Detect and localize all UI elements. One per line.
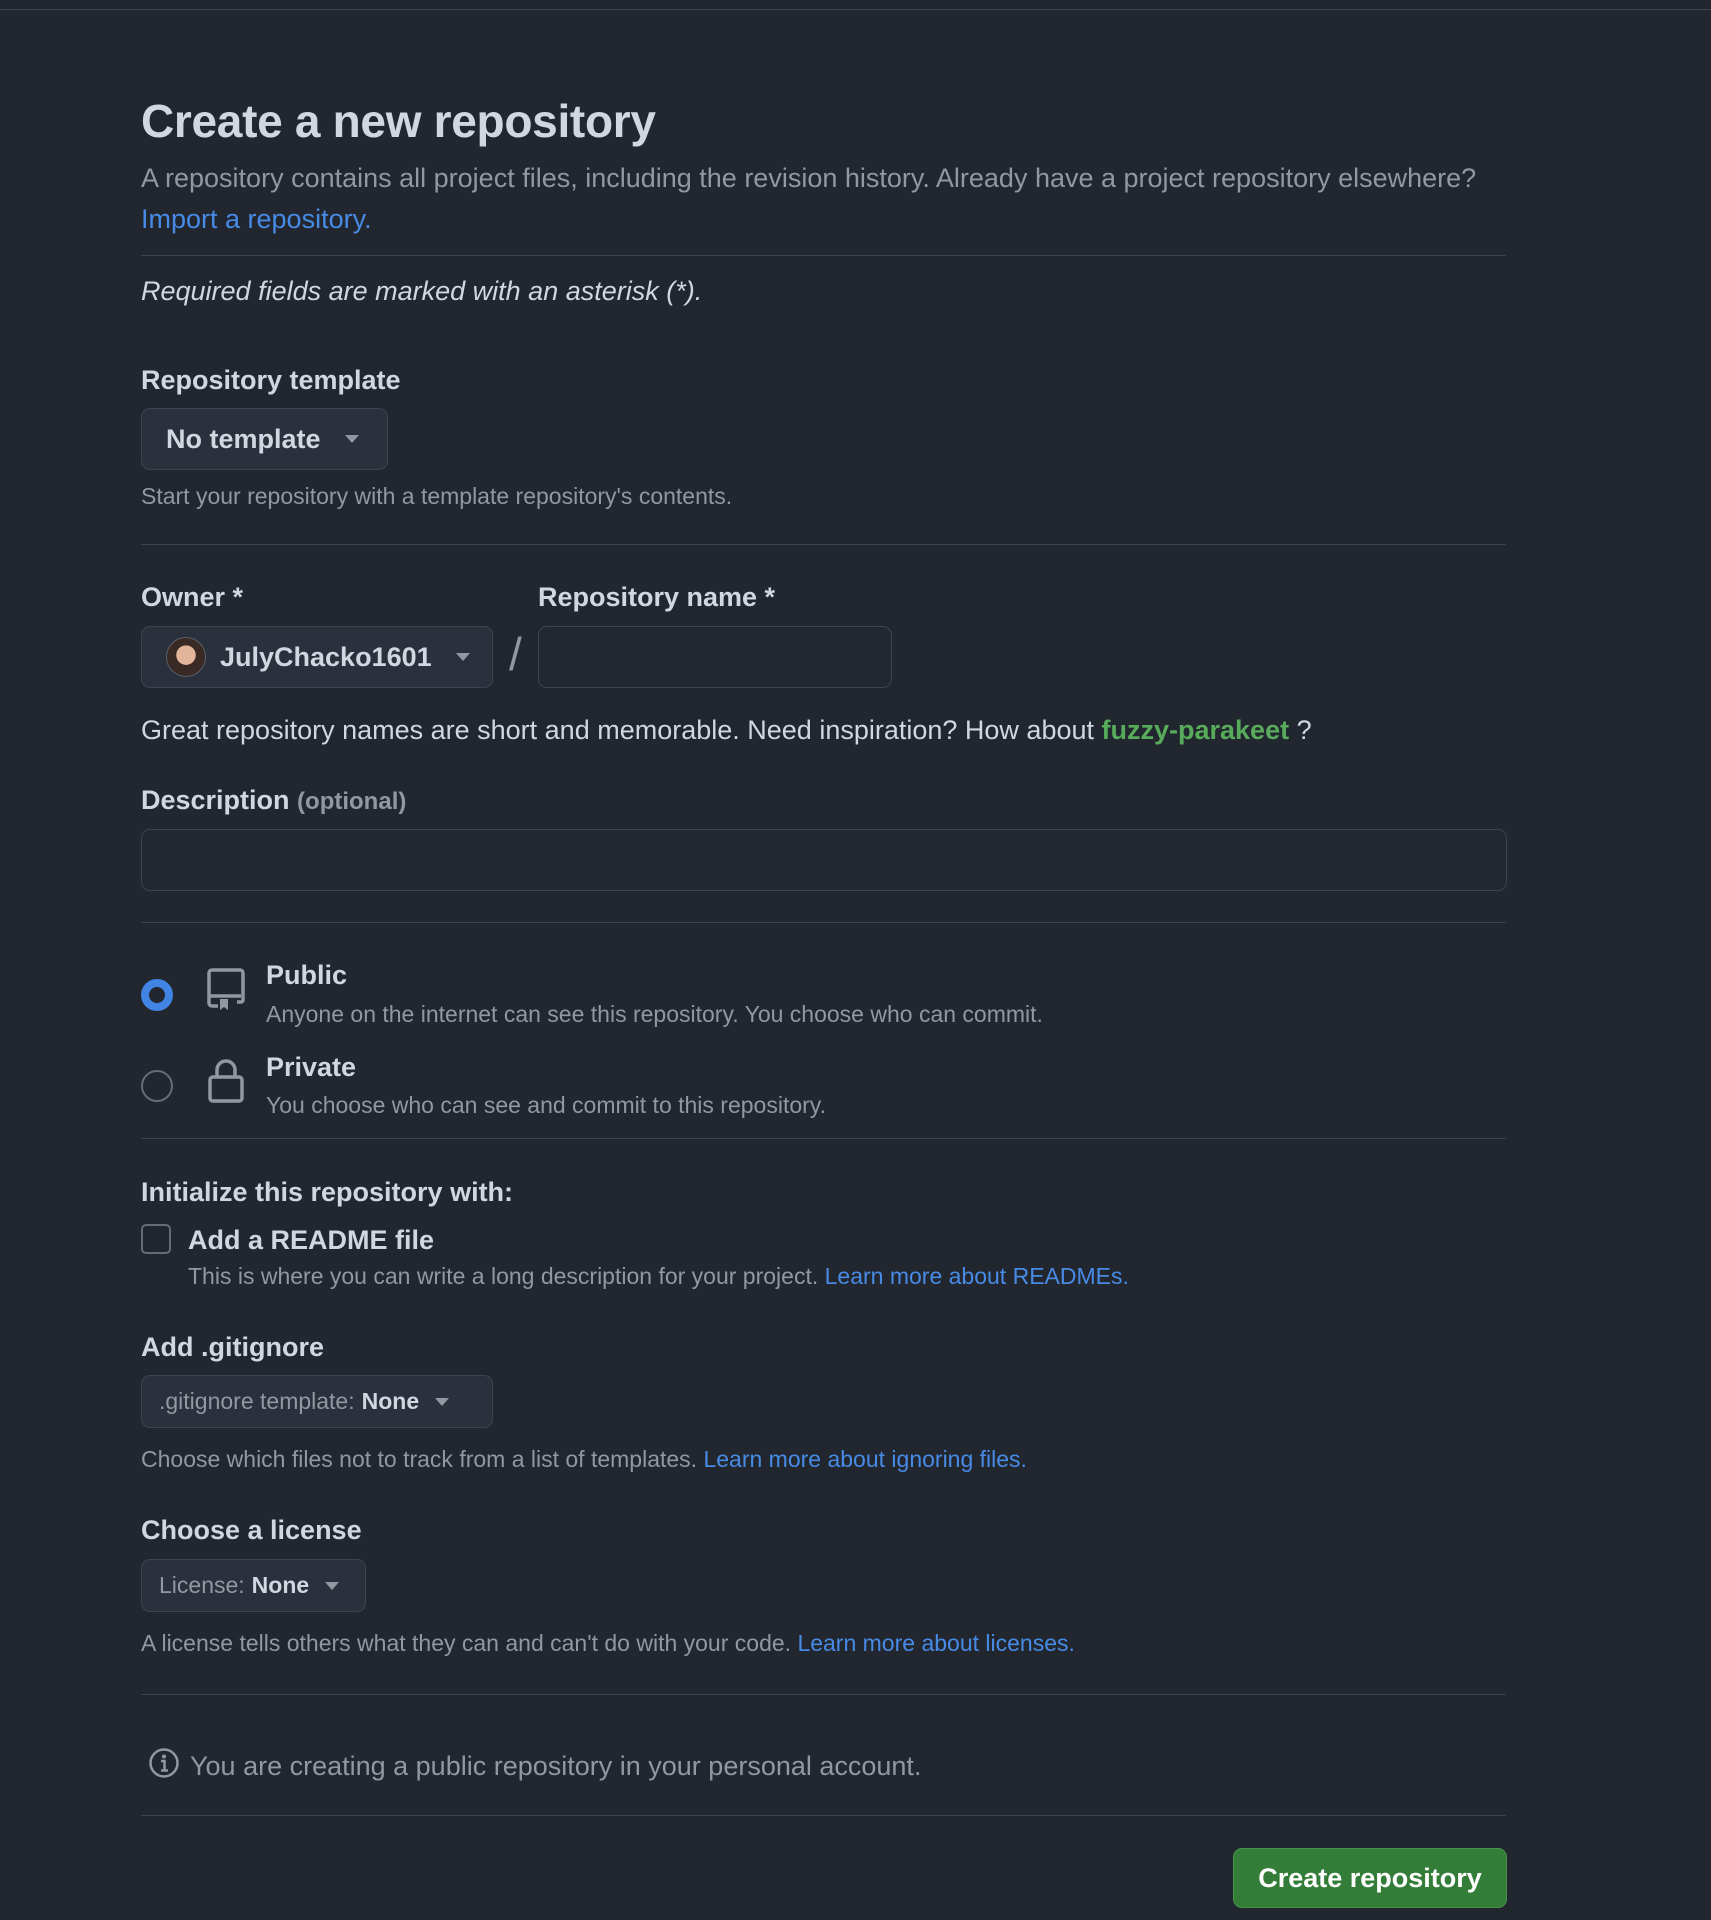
suggested-name-button[interactable]: fuzzy-parakeet bbox=[1102, 715, 1290, 745]
initialize-heading: Initialize this repository with: bbox=[141, 1177, 514, 1207]
gitignore-dropdown[interactable]: .gitignore template: None bbox=[141, 1375, 493, 1428]
repo-name-label: Repository name * bbox=[538, 582, 776, 612]
license-dropdown-prefix: License: bbox=[159, 1572, 245, 1598]
description-input[interactable] bbox=[141, 829, 1507, 891]
public-radio[interactable] bbox=[141, 979, 173, 1011]
private-radio[interactable] bbox=[141, 1070, 173, 1102]
divider bbox=[141, 1138, 1506, 1139]
template-dropdown[interactable]: No template bbox=[141, 408, 388, 470]
page-title: Create a new repository bbox=[141, 95, 656, 147]
name-suggestion: Great repository names are short and mem… bbox=[141, 715, 1312, 746]
suggestion-text: Great repository names are short and mem… bbox=[141, 715, 1094, 745]
template-dropdown-label: No template bbox=[166, 423, 321, 454]
license-dropdown-value: None bbox=[251, 1572, 310, 1598]
description-label-text: Description bbox=[141, 785, 290, 815]
repo-icon bbox=[207, 966, 245, 1017]
info-notice: You are creating a public repository in … bbox=[148, 1747, 921, 1786]
intro-description: A repository contains all project files,… bbox=[141, 163, 1477, 193]
avatar bbox=[166, 637, 206, 677]
caret-down-icon bbox=[435, 1397, 450, 1406]
owner-dropdown[interactable]: JulyChacko1601 bbox=[141, 626, 493, 688]
caret-down-icon bbox=[344, 435, 359, 443]
divider bbox=[141, 922, 1506, 923]
lock-icon bbox=[207, 1056, 245, 1109]
suggestion-suffix: ? bbox=[1289, 715, 1312, 745]
caret-down-icon bbox=[455, 653, 470, 661]
owner-label: Owner * bbox=[141, 582, 244, 612]
public-description: Anyone on the internet can see this repo… bbox=[266, 1001, 1043, 1027]
owner-dropdown-label: JulyChacko1601 bbox=[220, 641, 432, 672]
gitignore-hint: Choose which files not to track from a l… bbox=[141, 1446, 1027, 1473]
divider bbox=[141, 1815, 1506, 1816]
readme-checkbox[interactable] bbox=[141, 1224, 171, 1254]
license-label: Choose a license bbox=[141, 1515, 362, 1545]
optional-tag: (optional) bbox=[297, 788, 407, 815]
gitignore-label: Add .gitignore bbox=[141, 1332, 324, 1362]
template-hint: Start your repository with a template re… bbox=[141, 483, 733, 509]
license-hint-text: A license tells others what they can and… bbox=[141, 1630, 792, 1656]
readme-label[interactable]: Add a README file bbox=[188, 1225, 434, 1256]
top-border bbox=[0, 0, 1711, 10]
license-hint: A license tells others what they can and… bbox=[141, 1630, 1075, 1657]
private-description: You choose who can see and commit to thi… bbox=[266, 1092, 826, 1118]
divider bbox=[141, 544, 1506, 545]
readme-hint: This is where you can write a long descr… bbox=[188, 1263, 1129, 1290]
intro-text: A repository contains all project files,… bbox=[141, 158, 1506, 240]
caret-down-icon bbox=[325, 1581, 340, 1590]
template-label: Repository template bbox=[141, 365, 401, 395]
import-repository-link[interactable]: Import a repository. bbox=[141, 204, 372, 234]
readme-learn-more-link[interactable]: Learn more about READMEs. bbox=[825, 1263, 1129, 1289]
owner-name-separator: / bbox=[509, 628, 522, 680]
private-label: Private bbox=[266, 1052, 357, 1082]
divider bbox=[141, 1694, 1506, 1695]
gitignore-learn-more-link[interactable]: Learn more about ignoring files. bbox=[703, 1446, 1026, 1472]
description-label: Description (optional) bbox=[141, 785, 406, 816]
license-learn-more-link[interactable]: Learn more about licenses. bbox=[797, 1630, 1074, 1656]
divider bbox=[141, 255, 1506, 256]
info-text: You are creating a public repository in … bbox=[190, 1751, 922, 1781]
gitignore-hint-text: Choose which files not to track from a l… bbox=[141, 1446, 698, 1472]
public-label: Public bbox=[266, 960, 348, 990]
license-dropdown[interactable]: License: None bbox=[141, 1559, 366, 1612]
required-fields-note: Required fields are marked with an aster… bbox=[141, 276, 703, 306]
create-repository-button[interactable]: Create repository bbox=[1233, 1848, 1507, 1908]
repo-name-input[interactable] bbox=[538, 626, 892, 688]
gitignore-dropdown-prefix: .gitignore template: bbox=[159, 1388, 355, 1414]
info-icon bbox=[148, 1747, 190, 1786]
readme-hint-text: This is where you can write a long descr… bbox=[188, 1263, 819, 1289]
gitignore-dropdown-value: None bbox=[361, 1388, 420, 1414]
